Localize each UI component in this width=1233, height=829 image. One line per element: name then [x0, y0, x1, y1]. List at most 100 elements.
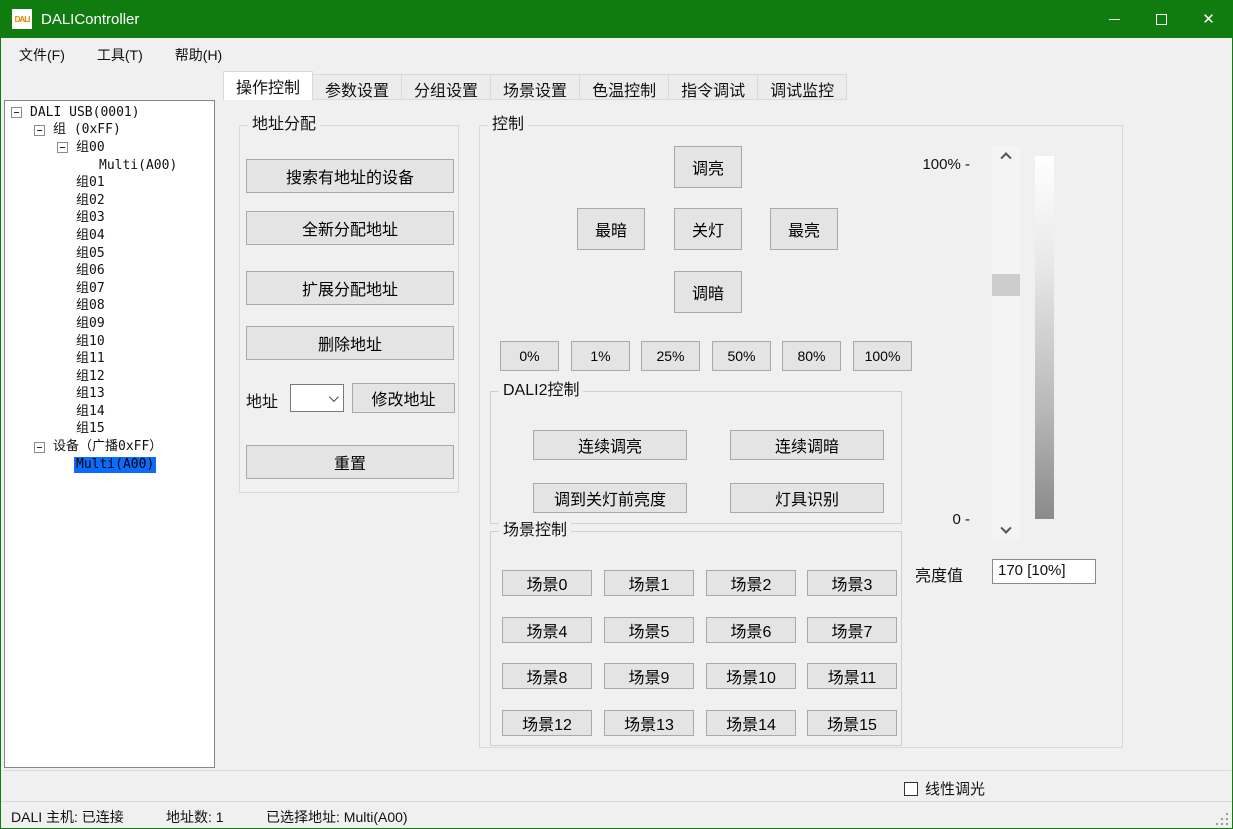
tree-item[interactable]: 组04	[5, 227, 214, 245]
brighten-button[interactable]: 调亮	[674, 146, 742, 188]
tab-color-temp-control[interactable]: 色温控制	[580, 74, 669, 100]
scene-0-button[interactable]: 场景0	[502, 570, 592, 596]
tree-item[interactable]: 组14	[5, 403, 214, 421]
percent-0-button[interactable]: 0%	[500, 341, 559, 371]
percent-50-button[interactable]: 50%	[712, 341, 771, 371]
tree-item[interactable]: 组01	[5, 174, 214, 192]
scene-12-button[interactable]: 场景12	[502, 710, 592, 736]
collapse-icon[interactable]	[34, 442, 45, 453]
linear-dimming-option[interactable]: 线性调光	[904, 778, 985, 799]
address-label: 地址	[246, 388, 278, 412]
dali2-group-title: DALI2控制	[499, 381, 583, 401]
tree-item[interactable]: 组09	[5, 315, 214, 333]
continuous-brighten-button[interactable]: 连续调亮	[533, 430, 687, 460]
status-bar: DALI 主机: 已连接 地址数: 1 已选择地址: Multi(A00)	[1, 801, 1232, 829]
linear-dimming-label: 线性调光	[925, 778, 985, 799]
scene-1-button[interactable]: 场景1	[604, 570, 694, 596]
search-addressed-devices-button[interactable]: 搜索有地址的设备	[246, 159, 454, 193]
tree-item[interactable]: 设备（广播0xFF）	[5, 438, 214, 456]
scene-4-button[interactable]: 场景4	[502, 617, 592, 643]
scroll-up-button[interactable]	[992, 146, 1020, 163]
address-combobox[interactable]	[290, 384, 344, 412]
slider-min-label: 0 -	[850, 511, 970, 528]
linear-dimming-checkbox[interactable]	[904, 782, 918, 796]
minimize-icon	[1109, 19, 1120, 20]
tree-item[interactable]: 组 (0xFF)	[5, 122, 214, 140]
collapse-icon[interactable]	[34, 125, 45, 136]
scene-7-button[interactable]: 场景7	[807, 617, 897, 643]
scene-10-button[interactable]: 场景10	[706, 663, 796, 689]
tree-item[interactable]: 组03	[5, 210, 214, 228]
percent-1-button[interactable]: 1%	[571, 341, 630, 371]
restore-pre-off-level-button[interactable]: 调到关灯前亮度	[533, 483, 687, 513]
resize-grip[interactable]	[1216, 813, 1228, 825]
tab-group-settings[interactable]: 分组设置	[402, 74, 491, 100]
scene-8-button[interactable]: 场景8	[502, 663, 592, 689]
tree-item[interactable]: 组07	[5, 280, 214, 298]
tab-operation-control[interactable]: 操作控制	[223, 71, 313, 100]
collapse-icon[interactable]	[57, 142, 68, 153]
percent-25-button[interactable]: 25%	[641, 341, 700, 371]
extend-assign-address-button[interactable]: 扩展分配地址	[246, 271, 454, 305]
scene-2-button[interactable]: 场景2	[706, 570, 796, 596]
modify-address-button[interactable]: 修改地址	[352, 383, 455, 413]
tree-item[interactable]: 组06	[5, 262, 214, 280]
tree-item[interactable]: 组00	[5, 139, 214, 157]
tab-debug-monitor[interactable]: 调试监控	[758, 74, 847, 100]
tab-command-debug[interactable]: 指令调试	[669, 74, 758, 100]
tree-item[interactable]: 组10	[5, 333, 214, 351]
scene-14-button[interactable]: 场景14	[706, 710, 796, 736]
reset-button[interactable]: 重置	[246, 445, 454, 479]
tree-item-selected[interactable]: Multi(A00)	[5, 456, 214, 474]
tree-item[interactable]: DALI USB(0001)	[5, 104, 214, 122]
delete-address-button[interactable]: 删除地址	[246, 326, 454, 360]
brightness-value-field[interactable]: 170 [10%]	[992, 559, 1096, 584]
menu-bar: 文件(F) 工具(T) 帮助(H)	[1, 38, 1232, 72]
darken-button[interactable]: 调暗	[674, 271, 742, 313]
continuous-darken-button[interactable]: 连续调暗	[730, 430, 884, 460]
assign-new-address-button[interactable]: 全新分配地址	[246, 211, 454, 245]
scene-11-button[interactable]: 场景11	[807, 663, 897, 689]
percent-80-button[interactable]: 80%	[782, 341, 841, 371]
scene-5-button[interactable]: 场景5	[604, 617, 694, 643]
collapse-icon[interactable]	[11, 107, 22, 118]
scene-6-button[interactable]: 场景6	[706, 617, 796, 643]
tree-item[interactable]: 组13	[5, 386, 214, 404]
tree-item[interactable]: 组05	[5, 245, 214, 263]
scene-15-button[interactable]: 场景15	[807, 710, 897, 736]
lamp-off-button[interactable]: 关灯	[674, 208, 742, 250]
scene-13-button[interactable]: 场景13	[604, 710, 694, 736]
control-group: 控制 调亮 最暗 关灯 最亮 调暗 0% 1% 25% 50% 80% 100%…	[479, 125, 1123, 748]
tree-item[interactable]: 组15	[5, 421, 214, 439]
scroll-up-icon	[1000, 152, 1011, 163]
tree-item[interactable]: 组02	[5, 192, 214, 210]
scroll-down-icon	[1000, 522, 1011, 533]
tree-item[interactable]: 组12	[5, 368, 214, 386]
menu-help[interactable]: 帮助(H)	[161, 39, 236, 71]
percent-100-button[interactable]: 100%	[853, 341, 912, 371]
tree-item[interactable]: 组08	[5, 298, 214, 316]
close-button[interactable]: ✕	[1185, 0, 1232, 38]
tree-item[interactable]: Multi(A00)	[5, 157, 214, 175]
menu-tools[interactable]: 工具(T)	[83, 39, 157, 71]
scroll-down-button[interactable]	[992, 522, 1020, 539]
tab-bar: 操作控制 参数设置 分组设置 场景设置 色温控制 指令调试 调试监控	[223, 71, 847, 100]
scene-9-button[interactable]: 场景9	[604, 663, 694, 689]
tab-scene-settings[interactable]: 场景设置	[491, 74, 580, 100]
scene-control-group: 场景控制 场景0 场景1 场景2 场景3 场景4 场景5 场景6 场景7 场景8…	[490, 531, 902, 746]
tree-item[interactable]: 组11	[5, 350, 214, 368]
luminaire-identify-button[interactable]: 灯具识别	[730, 483, 884, 513]
menu-file[interactable]: 文件(F)	[5, 39, 79, 71]
scrollbar-thumb[interactable]	[992, 274, 1020, 296]
darkest-button[interactable]: 最暗	[577, 208, 645, 250]
scene-3-button[interactable]: 场景3	[807, 570, 897, 596]
maximize-button[interactable]	[1138, 0, 1185, 38]
brightest-button[interactable]: 最亮	[770, 208, 838, 250]
title-bar: DALI DALIController ✕	[1, 0, 1232, 38]
tab-parameter-settings[interactable]: 参数设置	[313, 74, 402, 100]
brightness-gradient-bar	[1035, 156, 1054, 519]
minimize-button[interactable]	[1091, 0, 1138, 38]
footer-divider	[2, 770, 1231, 771]
status-selected-address: 已选择地址: Multi(A00)	[266, 807, 408, 827]
brightness-scrollbar[interactable]	[992, 146, 1020, 539]
